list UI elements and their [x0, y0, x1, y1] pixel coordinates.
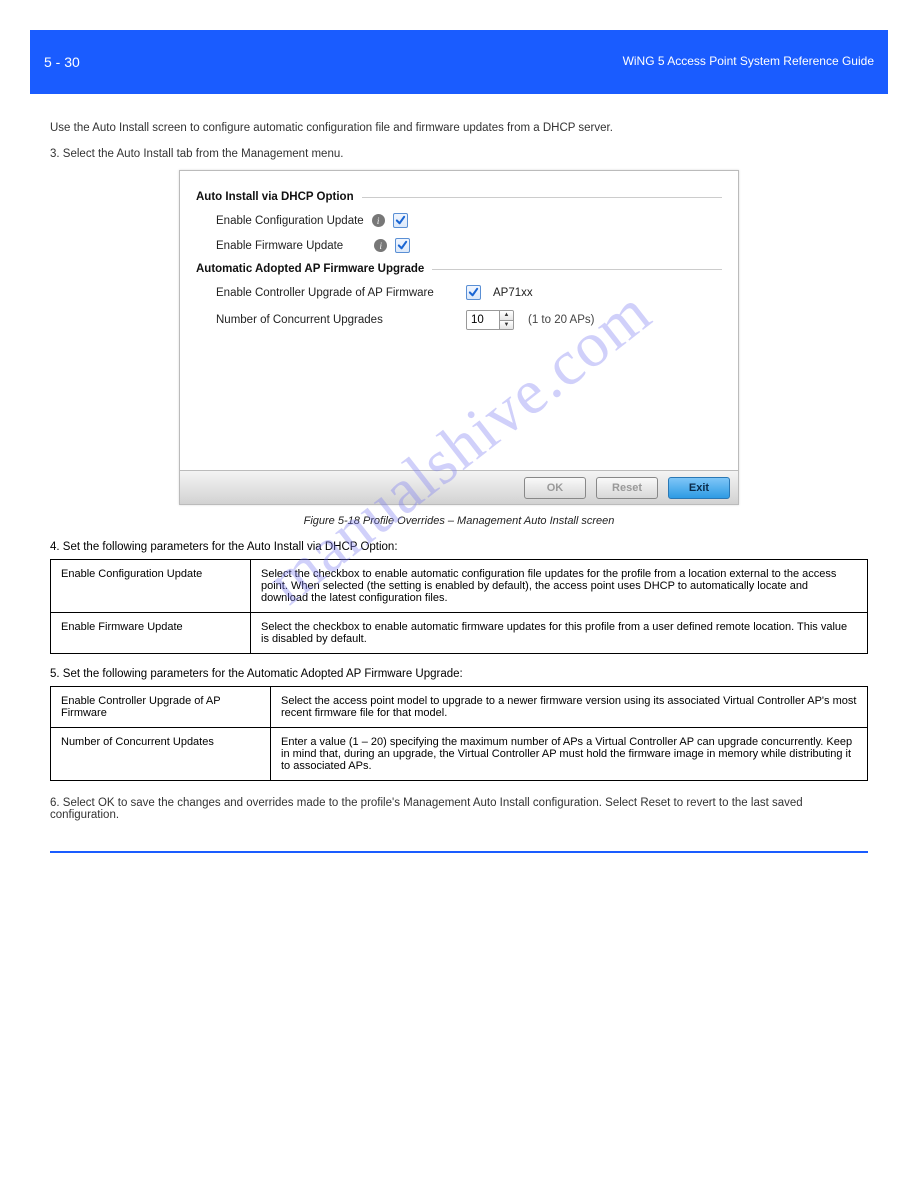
cell-desc: Enter a value (1 – 20) specifying the ma… [271, 728, 868, 781]
section-auto-install-title: Auto Install via DHCP Option [196, 191, 722, 203]
step-4-lead: 4. Set the following parameters for the … [50, 541, 868, 553]
panel-footer: OK Reset Exit [180, 470, 738, 504]
step-5-lead: 5. Set the following parameters for the … [50, 668, 868, 680]
info-icon[interactable]: i [374, 239, 387, 252]
info-icon[interactable]: i [372, 214, 385, 227]
table-row: Enable Firmware Update Select the checkb… [51, 613, 868, 654]
intro-description: Use the Auto Install screen to configure… [50, 122, 858, 134]
cell-label: Number of Concurrent Updates [51, 728, 271, 781]
enable-config-update-checkbox[interactable] [393, 213, 408, 228]
section-auto-adopted-title: Automatic Adopted AP Firmware Upgrade [196, 263, 722, 275]
page-number: 5 - 30 [44, 54, 80, 70]
header-bar: 5 - 30 WiNG 5 Access Point System Refere… [30, 30, 888, 94]
table-auto-install-dhcp: Enable Configuration Update Select the c… [50, 559, 868, 654]
table-row: Enable Controller Upgrade of AP Firmware… [51, 687, 868, 728]
enable-firmware-update-checkbox[interactable] [395, 238, 410, 253]
spinner-up-icon[interactable]: ▲ [500, 311, 513, 320]
cell-label: Enable Configuration Update [51, 560, 251, 613]
auto-install-panel: Auto Install via DHCP Option Enable Conf… [179, 170, 739, 505]
row-enable-config-update: Enable Configuration Update i [216, 213, 722, 228]
enable-firmware-update-label: Enable Firmware Update [216, 240, 343, 252]
figure-caption: Figure 5-18 Profile Overrides – Manageme… [0, 515, 918, 527]
reset-button[interactable]: Reset [596, 477, 658, 499]
row-enable-controller-upgrade: Enable Controller Upgrade of AP Firmware… [216, 285, 722, 300]
step-4: 4. Set the following parameters for the … [50, 541, 868, 654]
enable-controller-upgrade-label: Enable Controller Upgrade of AP Firmware [216, 287, 458, 299]
num-concurrent-hint: (1 to 20 APs) [528, 314, 594, 326]
book-title: WiNG 5 Access Point System Reference Gui… [623, 54, 874, 70]
table-row: Number of Concurrent Updates Enter a val… [51, 728, 868, 781]
cell-desc: Select the access point model to upgrade… [271, 687, 868, 728]
step-6: 6. Select OK to save the changes and ove… [50, 797, 868, 821]
enable-controller-upgrade-checkbox[interactable] [466, 285, 481, 300]
table-row: Enable Configuration Update Select the c… [51, 560, 868, 613]
spinner-down-icon[interactable]: ▼ [500, 320, 513, 330]
row-num-concurrent: Number of Concurrent Upgrades ▲ ▼ (1 to … [216, 310, 722, 330]
cell-label: Enable Controller Upgrade of AP Firmware [51, 687, 271, 728]
row-enable-firmware-update: Enable Firmware Update i [216, 238, 722, 253]
ap-model-label: AP71xx [493, 287, 533, 299]
enable-config-update-label: Enable Configuration Update [216, 215, 364, 227]
exit-button[interactable]: Exit [668, 477, 730, 499]
num-concurrent-label: Number of Concurrent Upgrades [216, 314, 458, 326]
footer-rule [50, 851, 868, 853]
cell-label: Enable Firmware Update [51, 613, 251, 654]
cell-desc: Select the checkbox to enable automatic … [251, 560, 868, 613]
table-auto-adopted: Enable Controller Upgrade of AP Firmware… [50, 686, 868, 781]
step-5: 5. Set the following parameters for the … [50, 668, 868, 781]
num-concurrent-spinner[interactable]: ▲ ▼ [466, 310, 514, 330]
step-3: 3. Select the Auto Install tab from the … [50, 148, 868, 160]
num-concurrent-input[interactable] [467, 311, 499, 329]
cell-desc: Select the checkbox to enable automatic … [251, 613, 868, 654]
ok-button[interactable]: OK [524, 477, 586, 499]
